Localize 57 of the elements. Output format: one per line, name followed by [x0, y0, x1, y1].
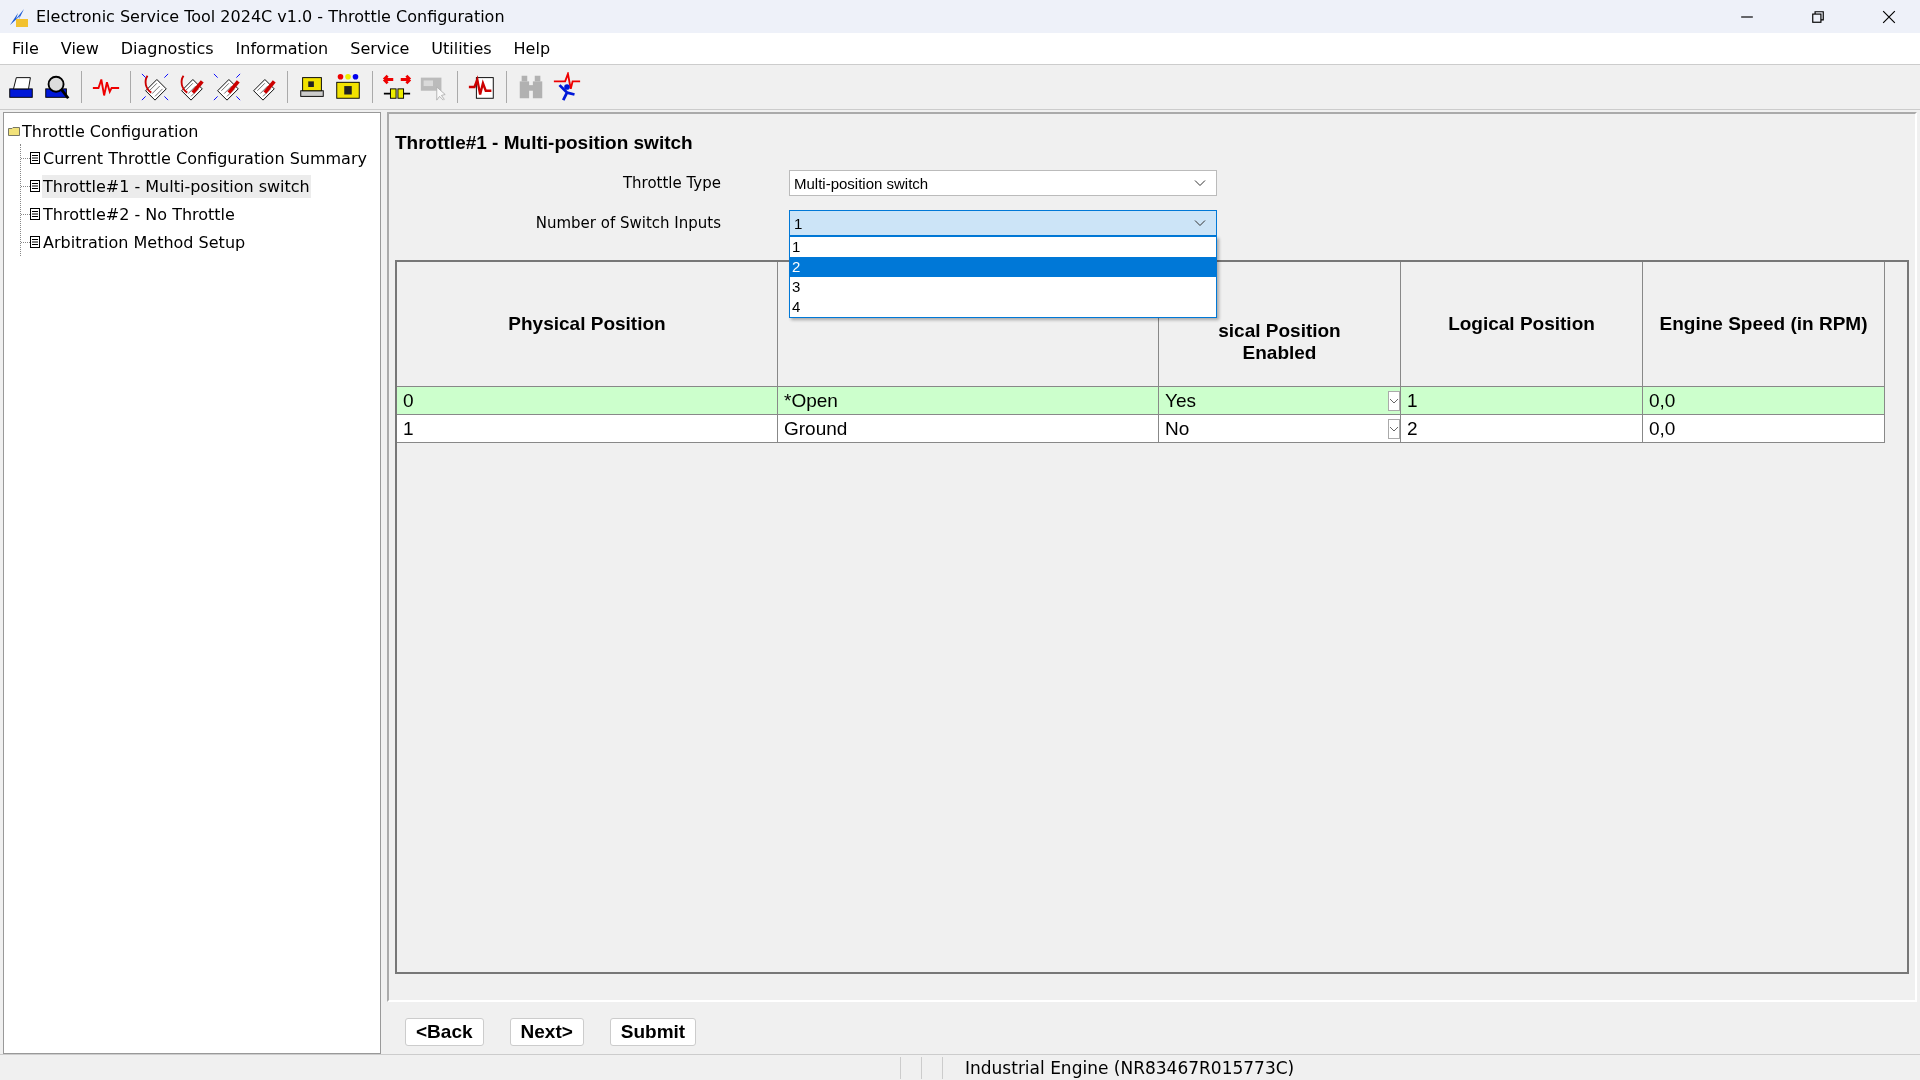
- dropdown-field[interactable]: Multi-position switch: [789, 170, 1217, 196]
- dropdown-option[interactable]: 2: [790, 257, 1216, 277]
- section-heading: Throttle#1 - Multi-position switch: [395, 132, 694, 154]
- dropdown-option[interactable]: 3: [790, 277, 1216, 297]
- nav-button[interactable]: <Back: [405, 1018, 484, 1046]
- dropdown-option[interactable]: 4: [790, 297, 1216, 317]
- nav-button[interactable]: Next>: [509, 1018, 584, 1046]
- menu-item[interactable]: Service: [350, 39, 410, 58]
- table-cell: 0,0: [1649, 389, 1676, 412]
- tree-item[interactable]: Arbitration Method Setup: [42, 230, 247, 254]
- chevron-down-icon: [1194, 219, 1206, 227]
- tree-item[interactable]: Throttle#2 - No Throttle: [42, 202, 236, 226]
- table-cell: Ground: [784, 417, 848, 440]
- chevron-down-icon[interactable]: [1388, 418, 1400, 439]
- chevron-down-icon[interactable]: [1388, 390, 1400, 411]
- table-cell: 2: [1407, 417, 1418, 440]
- column-header: Engine Speed (in RPM): [1659, 313, 1868, 335]
- window-title: Electronic Service Tool 2024C v1.0 - Throttle Configuration: [36, 7, 505, 26]
- stethoscope-document-icon[interactable]: [140, 72, 170, 102]
- module-pins-icon[interactable]: [333, 72, 363, 102]
- table-cell: 0,0: [1649, 417, 1676, 440]
- menu-item[interactable]: Diagnostics: [120, 39, 214, 58]
- menu-item[interactable]: View: [60, 39, 99, 58]
- field-label: Number of Switch Inputs: [534, 214, 721, 232]
- table-row[interactable]: 1 Ground No 2 0,0: [397, 414, 1885, 443]
- menu-item[interactable]: Help: [513, 39, 551, 58]
- table-cell: 1: [403, 417, 414, 440]
- document-icon: [30, 236, 40, 248]
- field-label: Throttle Type: [621, 174, 721, 192]
- document-icon: [30, 152, 40, 164]
- dropdown-option[interactable]: 1: [790, 237, 1216, 257]
- tree-item[interactable]: Current Throttle Configuration Summary: [42, 146, 368, 170]
- menu-item[interactable]: File: [12, 39, 39, 58]
- table-cell: Yes: [1165, 389, 1196, 412]
- person-waveform-icon[interactable]: [552, 72, 582, 102]
- nav-button[interactable]: Submit: [609, 1018, 697, 1046]
- table-row[interactable]: 0 *Open Yes 1 0,0: [397, 386, 1885, 415]
- chevron-down-icon: [1194, 179, 1206, 187]
- connector-arrows-icon[interactable]: [382, 72, 412, 102]
- tree-item[interactable]: Throttle#1 - Multi-position switch: [42, 174, 311, 198]
- status-text: Industrial Engine (NR83467R015773C): [965, 1057, 1295, 1078]
- document-icon: [30, 208, 40, 220]
- tree-item[interactable]: Throttle Configuration: [21, 119, 200, 143]
- dropdown-field[interactable]: 1: [789, 210, 1217, 236]
- close-icon[interactable]: [1882, 9, 1896, 24]
- menu-item[interactable]: Utilities: [431, 39, 492, 58]
- sparkle-document-icon[interactable]: [212, 72, 242, 102]
- restore-icon[interactable]: [1811, 9, 1825, 24]
- table-cell: *Open: [784, 389, 838, 412]
- column-header: Logical Position: [1448, 313, 1595, 335]
- document-icon: [30, 180, 40, 192]
- menu-item[interactable]: Information: [235, 39, 329, 58]
- column-header: Physical Position: [508, 313, 666, 335]
- column-header: sical Position Enabled: [1218, 320, 1341, 364]
- table-cell: 0: [403, 389, 414, 412]
- table-cell: No: [1165, 417, 1190, 440]
- table-cell: 1: [1407, 389, 1418, 412]
